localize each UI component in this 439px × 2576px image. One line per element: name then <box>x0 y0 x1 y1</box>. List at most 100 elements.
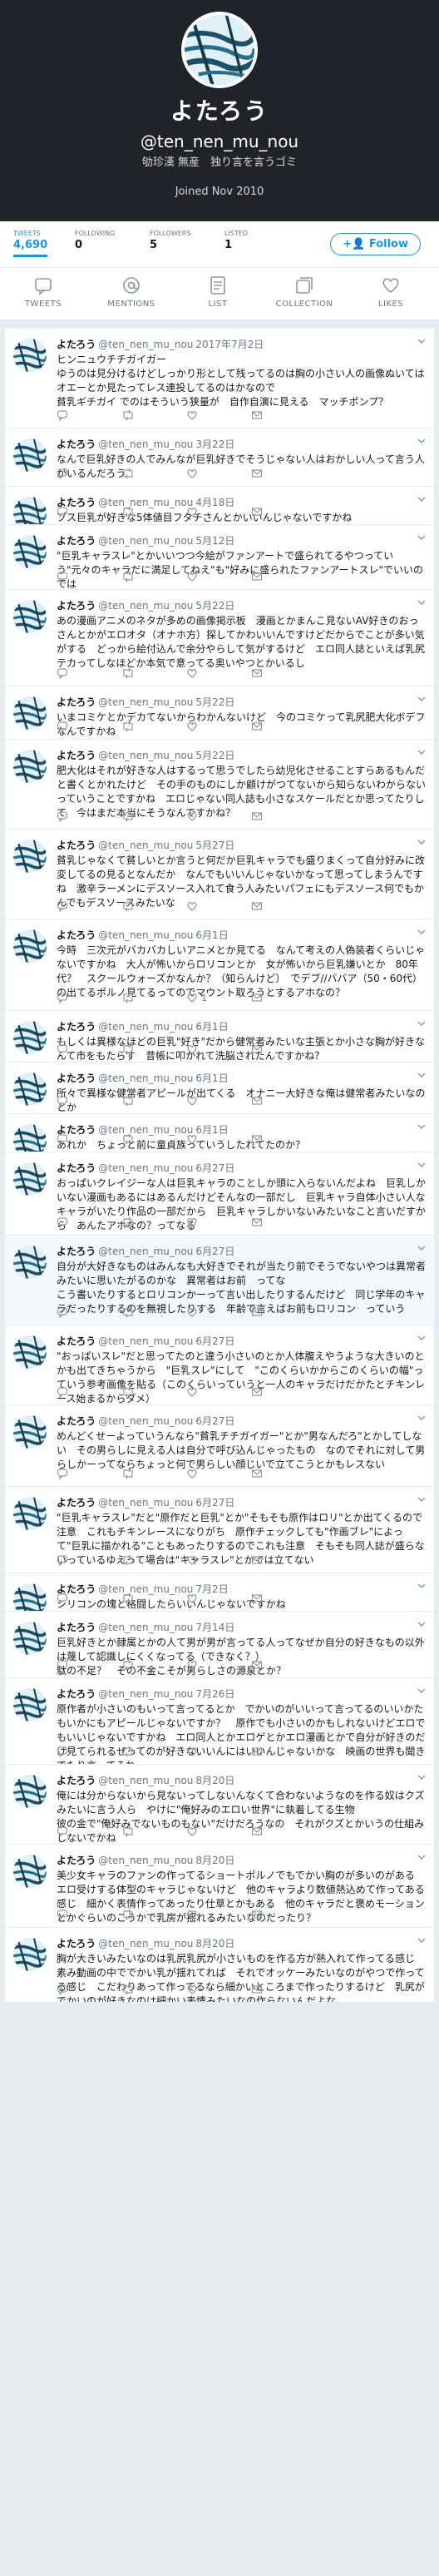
retweet-button[interactable] <box>121 1133 186 1145</box>
tweet-author-name[interactable]: よたろう <box>57 600 96 612</box>
tweet-author-name[interactable]: よたろう <box>57 750 96 761</box>
tweet[interactable]: よたろう @ten_nen_mu_nou 6月1日 もしくは異様なほどの巨乳"好き"だ… <box>5 1011 434 1063</box>
chevron-down-icon[interactable] <box>417 1334 426 1342</box>
avatar[interactable] <box>13 1938 47 1971</box>
dm-button[interactable] <box>251 992 316 1003</box>
avatar[interactable] <box>13 750 47 783</box>
dm-button[interactable] <box>251 1659 316 1671</box>
dm-button[interactable] <box>251 1095 316 1107</box>
tweet-author-handle[interactable]: @ten_nen_mu_nou <box>98 1415 193 1427</box>
dm-button[interactable] <box>251 571 316 582</box>
stat-following[interactable]: FOLLOWING 0 <box>75 230 115 251</box>
tweet-author-name[interactable]: よたろう <box>57 1021 96 1033</box>
tweet-date[interactable]: 8月20日 <box>195 1855 234 1866</box>
avatar[interactable] <box>13 1124 47 1152</box>
retweet-button[interactable] <box>121 1306 186 1318</box>
tweet-author-name[interactable]: よたろう <box>57 1335 96 1347</box>
tweet-date[interactable]: 5月22日 <box>195 750 234 761</box>
tweet-author-name[interactable]: よたろう <box>57 1246 96 1257</box>
dm-button[interactable] <box>251 1746 316 1757</box>
dm-button[interactable] <box>251 667 316 679</box>
dm-button[interactable] <box>251 1825 316 1837</box>
tweet-author-name[interactable]: よたろう <box>57 1497 96 1508</box>
chevron-down-icon[interactable] <box>417 1773 426 1781</box>
tweet-date[interactable]: 6月1日 <box>195 1073 228 1084</box>
tweet-author-handle[interactable]: @ten_nen_mu_nou <box>98 1688 193 1700</box>
tweet-author-handle[interactable]: @ten_nen_mu_nou <box>98 1073 193 1084</box>
reply-button[interactable] <box>57 992 121 1003</box>
reply-button[interactable] <box>57 1043 121 1055</box>
chevron-down-icon[interactable] <box>417 695 426 703</box>
avatar[interactable] <box>13 1162 47 1196</box>
dm-button[interactable] <box>251 900 316 912</box>
retweet-button[interactable] <box>121 409 186 421</box>
tweet-author-handle[interactable]: @ten_nen_mu_nou <box>98 1021 193 1033</box>
tweet[interactable]: よたろう @ten_nen_mu_nou 8月20日 美少女キャラのファンの作ってるシ… <box>5 1845 434 1928</box>
chevron-down-icon[interactable] <box>417 1414 426 1422</box>
chevron-down-icon[interactable] <box>417 1936 426 1944</box>
like-button[interactable] <box>186 1659 251 1671</box>
reply-button[interactable] <box>57 810 121 822</box>
avatar[interactable] <box>13 1073 47 1106</box>
tweet-author-handle[interactable]: @ten_nen_mu_nou <box>98 1775 193 1786</box>
chevron-down-icon[interactable] <box>417 533 426 542</box>
reply-button[interactable] <box>57 1909 121 1920</box>
chevron-down-icon[interactable] <box>417 1019 426 1028</box>
like-button[interactable] <box>186 667 251 679</box>
like-button[interactable]: 1 <box>186 992 251 1003</box>
tweet-date[interactable]: 6月27日 <box>195 1415 234 1427</box>
tweet-author-handle[interactable]: @ten_nen_mu_nou <box>98 438 193 450</box>
chevron-down-icon[interactable] <box>417 928 426 936</box>
tweet-author-handle[interactable]: @ten_nen_mu_nou <box>98 696 193 708</box>
tweet-date[interactable]: 2017年7月2日 <box>195 339 264 350</box>
chevron-down-icon[interactable] <box>417 1853 426 1861</box>
dm-button[interactable] <box>251 1468 316 1479</box>
tweet-author-name[interactable]: よたろう <box>57 840 96 851</box>
reply-button[interactable] <box>57 1746 121 1757</box>
tweet[interactable]: よたろう @ten_nen_mu_nou 6月1日 あれか ちょっと前に童貞族っていう… <box>5 1114 434 1152</box>
reply-button[interactable] <box>57 1468 121 1479</box>
tweet-date[interactable]: 6月27日 <box>195 1335 234 1347</box>
like-button[interactable] <box>186 1306 251 1318</box>
tweet[interactable]: よたろう @ten_nen_mu_nou 6月27日 めんどくせーよっていうんなら"貧… <box>5 1405 434 1487</box>
chevron-down-icon[interactable] <box>417 748 426 756</box>
avatar[interactable] <box>13 929 47 963</box>
tweet-author-name[interactable]: よたろう <box>57 1775 96 1786</box>
like-button[interactable] <box>186 571 251 582</box>
chevron-down-icon[interactable] <box>417 1071 426 1079</box>
tweet-date[interactable]: 6月27日 <box>195 1246 234 1257</box>
tweet-date[interactable]: 5月22日 <box>195 696 234 708</box>
stat-tweets[interactable]: TWEETS 4,690 <box>13 230 48 257</box>
tweet-author-handle[interactable]: @ten_nen_mu_nou <box>98 535 193 547</box>
avatar[interactable] <box>13 600 47 633</box>
profile-avatar[interactable] <box>181 12 258 88</box>
tweet-author-name[interactable]: よたろう <box>57 438 96 450</box>
tweet-author-name[interactable]: よたろう <box>57 1073 96 1084</box>
tweet-date[interactable]: 5月22日 <box>195 600 234 612</box>
tweet-author-handle[interactable]: @ten_nen_mu_nou <box>98 929 193 941</box>
like-button[interactable] <box>186 506 251 518</box>
avatar[interactable] <box>13 696 47 730</box>
avatar[interactable] <box>13 1775 47 1808</box>
reply-button[interactable] <box>57 1095 121 1107</box>
tweet-author-name[interactable]: よたろう <box>57 1938 96 1949</box>
reply-button[interactable] <box>57 1825 121 1837</box>
reply-button[interactable] <box>57 1984 121 1995</box>
reply-button[interactable] <box>57 409 121 421</box>
dm-button[interactable] <box>251 409 316 421</box>
tweet[interactable]: よたろう @ten_nen_mu_nou 4月18日 ブス巨乳が好きな5体値目フタチさ… <box>5 487 434 525</box>
retweet-button[interactable] <box>121 1386 186 1398</box>
dm-button[interactable] <box>251 506 316 518</box>
tweet[interactable]: よたろう @ten_nen_mu_nou 6月27日 "おっぱいスレ"だと思ってたのと… <box>5 1325 434 1405</box>
tweet-date[interactable]: 8月20日 <box>195 1775 234 1786</box>
tweet-author-handle[interactable]: @ten_nen_mu_nou <box>98 1855 193 1866</box>
reply-button[interactable] <box>57 900 121 912</box>
tab-list[interactable]: LIST <box>185 271 251 309</box>
retweet-button[interactable] <box>121 571 186 582</box>
stat-listed[interactable]: LISTED 1 <box>224 230 248 251</box>
like-button[interactable] <box>186 1133 251 1145</box>
tweet-author-handle[interactable]: @ten_nen_mu_nou <box>98 1162 193 1174</box>
tweet-author-name[interactable]: よたろう <box>57 1855 96 1866</box>
dm-button[interactable] <box>251 721 316 732</box>
dm-button[interactable] <box>251 1554 316 1566</box>
